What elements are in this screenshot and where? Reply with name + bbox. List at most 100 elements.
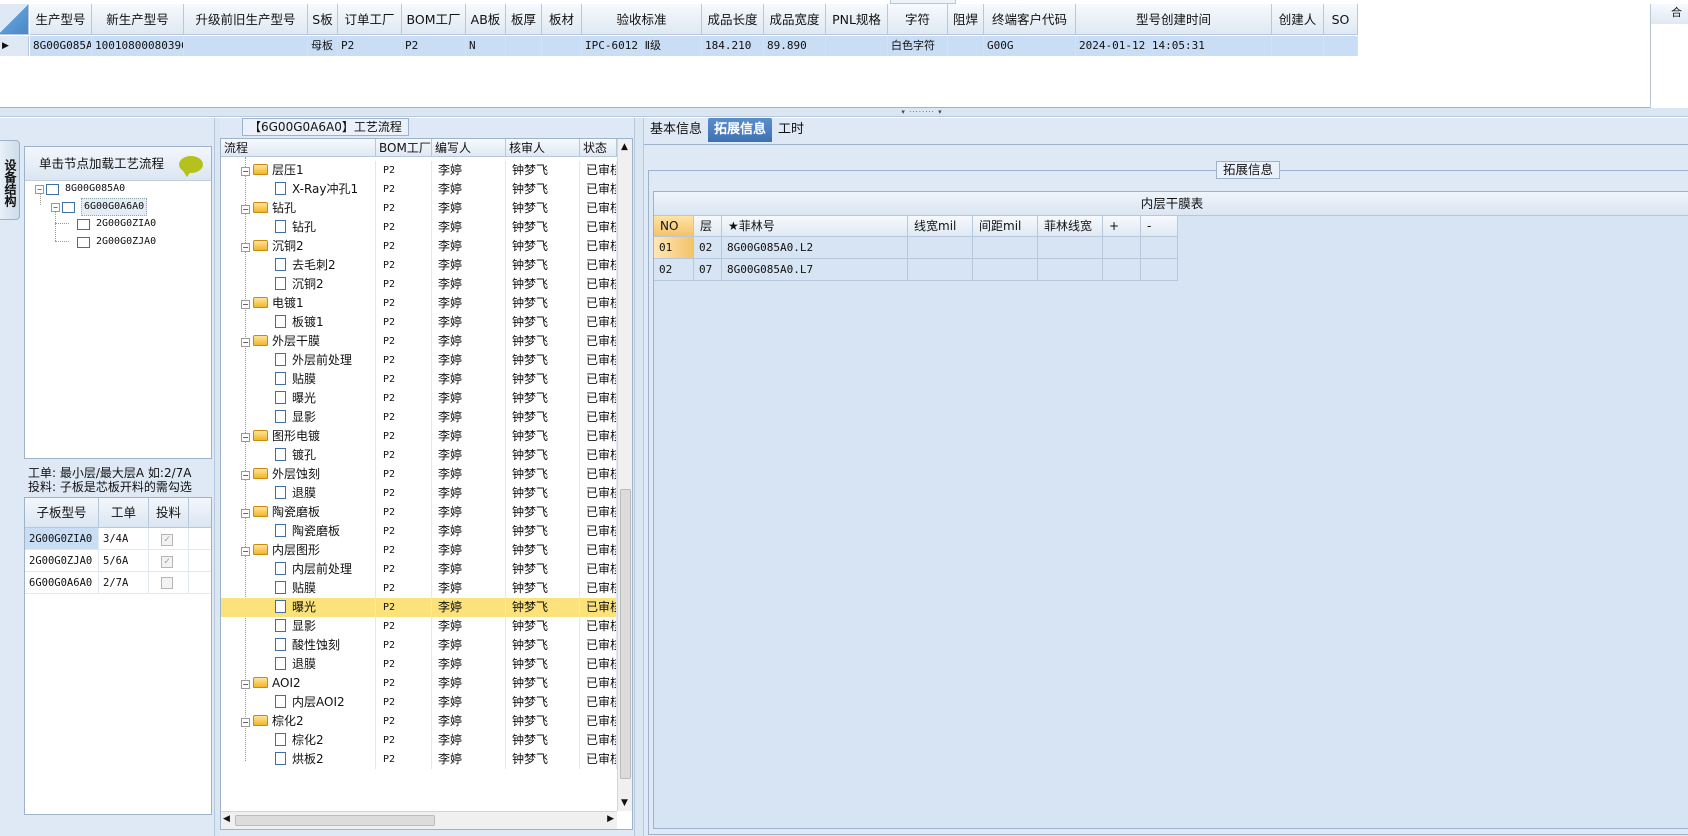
- table-row[interactable]: 外层前处理 P2李婷钟梦飞已审核: [221, 351, 617, 370]
- col-header[interactable]: +: [1103, 216, 1141, 237]
- speech-bubble-icon[interactable]: [179, 156, 203, 177]
- table-row[interactable]: 2G00G0ZJA0 5/6A ✓: [25, 550, 211, 572]
- cell-plus[interactable]: [1103, 259, 1141, 281]
- table-row[interactable]: − 电镀1 P2李婷钟梦飞已审核: [221, 294, 617, 313]
- cell-minus[interactable]: [1141, 259, 1178, 281]
- vertical-scrollbar[interactable]: ▲ ▼: [617, 139, 632, 811]
- table-cell[interactable]: [184, 36, 308, 56]
- horizontal-splitter[interactable]: ▾ ········ ▾: [0, 108, 1688, 117]
- collapse-icon[interactable]: −: [241, 718, 250, 727]
- col-header[interactable]: 新生产型号: [92, 4, 184, 35]
- tree-node-leaf[interactable]: 2G00G0ZIA0: [77, 216, 156, 232]
- table-cell[interactable]: 184.210: [702, 36, 764, 56]
- table-cell[interactable]: [1272, 36, 1324, 56]
- col-header[interactable]: 核审人: [506, 139, 580, 156]
- col-header[interactable]: SO: [1324, 4, 1358, 35]
- col-header[interactable]: S板: [308, 4, 338, 35]
- table-row[interactable]: 棕化2 P2李婷钟梦飞已审核: [221, 731, 617, 750]
- table-row[interactable]: − 内层图形 P2李婷钟梦飞已审核: [221, 541, 617, 560]
- scroll-thumb[interactable]: [235, 815, 435, 826]
- table-row[interactable]: 曝光 P2李婷钟梦飞已审核: [221, 389, 617, 408]
- tab-basic-info[interactable]: 基本信息: [644, 118, 708, 142]
- cell-film[interactable]: 8G00G085A0.L2: [722, 237, 908, 259]
- table-row[interactable]: 板镀1 P2李婷钟梦飞已审核: [221, 313, 617, 332]
- col-header[interactable]: BOM工厂: [376, 139, 432, 156]
- collapse-icon[interactable]: −: [51, 202, 60, 212]
- scroll-left-icon[interactable]: ◀: [223, 814, 230, 824]
- table-cell[interactable]: P2: [402, 36, 466, 56]
- collapse-icon[interactable]: −: [241, 680, 250, 689]
- table-row[interactable]: 钻孔 P2李婷钟梦飞已审核: [221, 218, 617, 237]
- col-header[interactable]: 成品长度: [702, 4, 764, 35]
- col-header[interactable]: 创建人: [1272, 4, 1324, 35]
- feed-checkbox[interactable]: [161, 577, 173, 589]
- cell-film-line-width[interactable]: [1038, 259, 1103, 281]
- table-row[interactable]: 显影 P2李婷钟梦飞已审核: [221, 617, 617, 636]
- table-row[interactable]: 酸性蚀刻 P2李婷钟梦飞已审核: [221, 636, 617, 655]
- collapse-icon[interactable]: −: [241, 433, 250, 442]
- cell-film-line-width[interactable]: [1038, 237, 1103, 259]
- table-row[interactable]: 6G00G0A6A0 2/7A: [25, 572, 211, 594]
- select-all-corner[interactable]: [0, 4, 29, 35]
- col-header[interactable]: AB板: [466, 4, 506, 35]
- table-cell[interactable]: N: [466, 36, 506, 56]
- col-header[interactable]: 型号创建时间: [1076, 4, 1272, 35]
- table-row[interactable]: X-Ray冲孔1 P2李婷钟梦飞已审核: [221, 180, 617, 199]
- tab-extended-info[interactable]: 拓展信息: [708, 118, 773, 142]
- table-row[interactable]: 贴膜 P2李婷钟梦飞已审核: [221, 370, 617, 389]
- col-header[interactable]: 升级前旧生产型号: [184, 4, 308, 35]
- cell-minus[interactable]: [1141, 237, 1178, 259]
- table-cell[interactable]: [542, 36, 582, 56]
- col-header[interactable]: 线宽mil: [908, 216, 973, 237]
- scroll-thumb[interactable]: [620, 489, 631, 779]
- table-cell[interactable]: [826, 36, 888, 56]
- table-row[interactable]: 02 07 8G00G085A0.L7: [654, 259, 1178, 281]
- col-header[interactable]: -: [1141, 216, 1178, 237]
- tree-node-root[interactable]: − 8G00G085A0: [35, 181, 125, 197]
- collapse-icon[interactable]: −: [241, 205, 250, 214]
- splitter-grip-icon[interactable]: ▾ ········ ▾: [892, 109, 952, 116]
- table-cell[interactable]: IPC-6012 Ⅱ级: [582, 36, 702, 56]
- col-header[interactable]: 订单工厂: [338, 4, 402, 35]
- collapse-icon[interactable]: −: [241, 300, 250, 309]
- table-row[interactable]: 贴膜 P2李婷钟梦飞已审核: [221, 579, 617, 598]
- table-row[interactable]: 2G00G0ZIA0 3/4A ✓: [25, 528, 211, 550]
- table-row[interactable]: 镀孔 P2李婷钟梦飞已审核: [221, 446, 617, 465]
- feed-checkbox[interactable]: ✓: [161, 534, 173, 546]
- feed-checkbox[interactable]: ✓: [161, 556, 173, 568]
- col-header[interactable]: 字符: [888, 4, 948, 35]
- col-header[interactable]: 阻焊: [948, 4, 984, 35]
- collapse-icon[interactable]: −: [35, 184, 44, 194]
- col-header[interactable]: 成品宽度: [764, 4, 826, 35]
- table-cell[interactable]: [506, 36, 542, 56]
- cell-film[interactable]: 8G00G085A0.L7: [722, 259, 908, 281]
- collapse-icon[interactable]: −: [241, 471, 250, 480]
- col-header[interactable]: BOM工厂: [402, 4, 466, 35]
- cell-spacing[interactable]: [973, 259, 1038, 281]
- cell-plus[interactable]: [1103, 237, 1141, 259]
- table-row[interactable]: − 层压1 P2李婷钟梦飞已审核: [221, 161, 617, 180]
- col-header[interactable]: 投料: [149, 498, 189, 527]
- col-header[interactable]: 终端客户代码: [984, 4, 1076, 35]
- table-row[interactable]: 退膜 P2李婷钟梦飞已审核: [221, 655, 617, 674]
- vertical-tab-structure[interactable]: 设备结构: [0, 140, 20, 220]
- table-cell[interactable]: 母板: [308, 36, 338, 56]
- row-indicator[interactable]: ▶: [0, 36, 29, 56]
- collapse-icon[interactable]: −: [241, 243, 250, 252]
- col-header[interactable]: 验收标准: [582, 4, 702, 35]
- table-row[interactable]: − 图形电镀 P2李婷钟梦飞已审核: [221, 427, 617, 446]
- scroll-right-icon[interactable]: ▶: [607, 814, 614, 824]
- table-row[interactable]: 内层AOI2 P2李婷钟梦飞已审核: [221, 693, 617, 712]
- cell-line-width[interactable]: [908, 259, 973, 281]
- collapse-icon[interactable]: −: [241, 338, 250, 347]
- cell-spacing[interactable]: [973, 237, 1038, 259]
- col-header[interactable]: 间距mil: [973, 216, 1038, 237]
- col-header[interactable]: 板厚: [506, 4, 542, 35]
- cell-line-width[interactable]: [908, 237, 973, 259]
- table-row[interactable]: − 外层蚀刻 P2李婷钟梦飞已审核: [221, 465, 617, 484]
- table-row[interactable]: 烘板2 P2李婷钟梦飞已审核: [221, 750, 617, 769]
- table-row[interactable]: − 钻孔 P2李婷钟梦飞已审核: [221, 199, 617, 218]
- collapse-icon[interactable]: −: [241, 509, 250, 518]
- table-cell[interactable]: 89.890: [764, 36, 826, 56]
- table-cell[interactable]: 10010800080396: [92, 36, 184, 56]
